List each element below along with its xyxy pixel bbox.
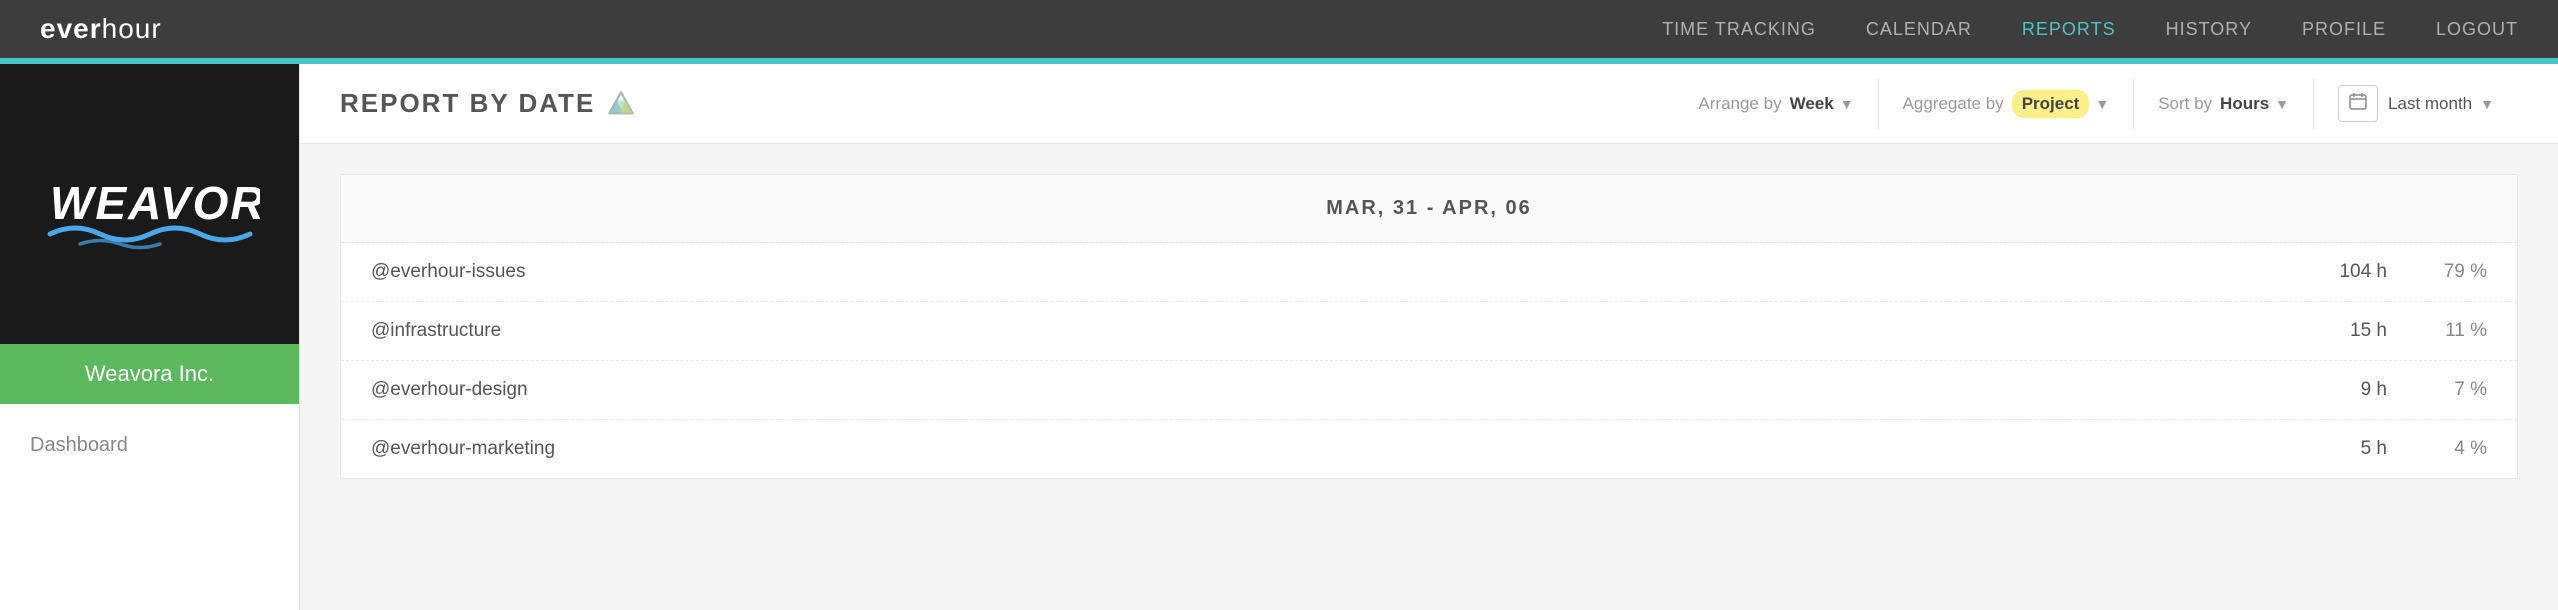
arrange-dropdown-arrow[interactable]: ▼	[1840, 96, 1854, 112]
row-hours: 15 h	[2267, 320, 2387, 342]
weavora-svg-logo: WEAVORA	[40, 154, 260, 254]
nav-profile[interactable]: PROFILE	[2302, 19, 2386, 40]
sort-control: Sort by Hours ▼	[2134, 79, 2314, 129]
row-hours: 104 h	[2267, 261, 2387, 283]
date-range-button[interactable]: Last month ▼	[2388, 94, 2494, 114]
nav-reports[interactable]: REPORTS	[2022, 19, 2116, 40]
sidebar-menu: Dashboard	[0, 404, 299, 487]
sidebar-logo-area: WEAVORA	[0, 64, 299, 344]
table-row: @everhour-design 9 h 7 %	[341, 361, 2517, 420]
header-controls: Arrange by Week ▼ Aggregate by Project ▼…	[1674, 79, 2518, 129]
sort-dropdown-arrow[interactable]: ▼	[2275, 96, 2289, 112]
row-percent: 7 %	[2387, 379, 2487, 401]
row-name: @everhour-issues	[371, 261, 2267, 283]
date-range-value: Last month	[2388, 94, 2472, 114]
nav-time-tracking[interactable]: TIME TRACKING	[1662, 19, 1816, 40]
nav-links: TIME TRACKING CALENDAR REPORTS HISTORY P…	[1662, 19, 2518, 40]
row-name: @everhour-marketing	[371, 438, 2267, 460]
sidebar-company-name: Weavora Inc.	[0, 344, 299, 404]
table-row: @everhour-marketing 5 h 4 %	[341, 420, 2517, 478]
row-name: @everhour-design	[371, 379, 2267, 401]
date-dropdown-arrow: ▼	[2480, 96, 2494, 112]
logo-prefix: ever	[40, 13, 102, 44]
nav-calendar[interactable]: CALENDAR	[1866, 19, 1972, 40]
svg-text:WEAVORA: WEAVORA	[50, 177, 260, 229]
content-area: REPORT BY DATE Arrange by Week ▼ Aggrega…	[300, 64, 2558, 610]
aggregate-label: Aggregate by	[1903, 94, 2004, 114]
row-hours: 9 h	[2267, 379, 2387, 401]
app-logo: everhour	[40, 13, 162, 45]
row-name: @infrastructure	[371, 320, 2267, 342]
main-layout: WEAVORA Weavora Inc. Dashboard REPORT BY…	[0, 64, 2558, 610]
row-hours: 5 h	[2267, 438, 2387, 460]
report-title: REPORT BY DATE	[340, 88, 635, 119]
report-table: MAR, 31 - APR, 06 @everhour-issues 104 h…	[340, 174, 2518, 479]
calendar-icon	[2349, 92, 2367, 110]
weavora-logo: WEAVORA	[40, 154, 260, 254]
arrange-control: Arrange by Week ▼	[1674, 79, 1878, 129]
row-percent: 4 %	[2387, 438, 2487, 460]
row-percent: 11 %	[2387, 320, 2487, 342]
table-row: @infrastructure 15 h 11 %	[341, 302, 2517, 361]
aggregate-dropdown-arrow[interactable]: ▼	[2095, 96, 2109, 112]
arrange-label: Arrange by	[1698, 94, 1781, 114]
sidebar: WEAVORA Weavora Inc. Dashboard	[0, 64, 300, 610]
table-row: @everhour-issues 104 h 79 %	[341, 243, 2517, 302]
nav-history[interactable]: HISTORY	[2166, 19, 2252, 40]
sort-value: Hours	[2220, 94, 2269, 114]
sidebar-item-dashboard[interactable]: Dashboard	[30, 424, 269, 467]
date-range-control: Last month ▼	[2314, 79, 2518, 129]
week-header: MAR, 31 - APR, 06	[341, 175, 2517, 243]
aggregate-control: Aggregate by Project ▼	[1879, 79, 2135, 129]
top-navigation: everhour TIME TRACKING CALENDAR REPORTS …	[0, 0, 2558, 58]
aggregate-value: Project	[2012, 90, 2090, 118]
calendar-icon-button[interactable]	[2338, 85, 2378, 122]
nav-logout[interactable]: LOGOUT	[2436, 19, 2518, 40]
logo-suffix: hour	[102, 13, 162, 44]
row-percent: 79 %	[2387, 261, 2487, 283]
report-header: REPORT BY DATE Arrange by Week ▼ Aggrega…	[300, 64, 2558, 144]
arrange-value: Week	[1790, 94, 1834, 114]
sort-label: Sort by	[2158, 94, 2212, 114]
drive-icon	[607, 90, 635, 118]
